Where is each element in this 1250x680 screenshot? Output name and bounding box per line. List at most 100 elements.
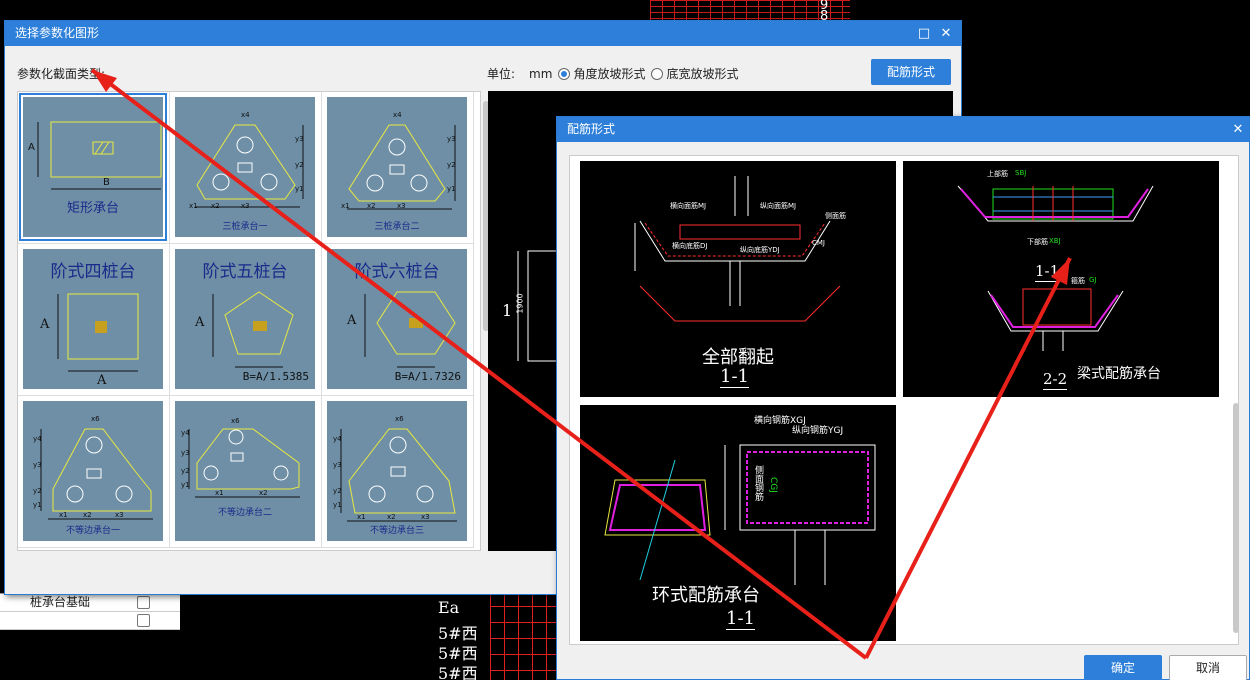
table-row[interactable]: 桩承台基础 xyxy=(0,594,180,612)
rebar-label: GJ xyxy=(1089,276,1097,284)
dim-label: A xyxy=(195,315,205,330)
dim-label: y4 xyxy=(33,435,42,443)
dim-label: y1 xyxy=(295,185,304,193)
dim-label: y3 xyxy=(33,461,42,469)
ok-button[interactable]: 确定 xyxy=(1084,655,1162,680)
dim-label: x3 xyxy=(115,511,124,519)
rebar-label: CMJ xyxy=(812,239,825,247)
shape-unequal-cap-3[interactable]: x6 y4 y3 y2 y1 x1 x2 x3 不等边承台三 xyxy=(322,396,474,548)
dim-label: y1 xyxy=(333,501,342,509)
radio-label: 角度放坡形式 xyxy=(573,67,646,81)
shape-title: 阶式五桩台 xyxy=(202,262,288,282)
radio-label: 底宽放坡形式 xyxy=(666,67,739,81)
option-caption: 梁式配筋承台 xyxy=(1077,366,1161,382)
shape-stepped-five-pile[interactable]: A 阶式五桩台 B=A/1.5385 xyxy=(170,244,322,396)
options-scrollbar[interactable] xyxy=(1233,403,1239,633)
section-label: 1-1 xyxy=(1035,262,1060,282)
dim-label: x2 xyxy=(367,202,376,210)
dim-label: y1 xyxy=(181,481,190,489)
unit-area: 单位: mm 角度放坡形式 底宽放坡形式 xyxy=(487,65,738,82)
dim-label: x1 xyxy=(215,489,224,497)
shape-three-pile-cap-2[interactable]: x4 y3 y2 y1 x1 x2 x3 三桩承台二 xyxy=(322,92,474,244)
shape-thumbnail: x4 y3 y2 y1 x1 x2 x3 三桩承台一 xyxy=(175,97,315,237)
dim-label: B xyxy=(103,177,110,188)
rebar-label: 纵向钢筋YGJ xyxy=(792,426,844,436)
shape-rect-cap[interactable]: A B 矩形承台 xyxy=(18,92,170,244)
shape-unequal-cap-2[interactable]: x6 y4 y3 y2 y1 x1 x2 不等边承台二 xyxy=(170,396,322,548)
cad-background-digits: 9 8 xyxy=(820,0,860,23)
dim-label: A xyxy=(28,142,35,153)
row-checkbox[interactable] xyxy=(137,596,150,609)
dim-label: x2 xyxy=(259,489,268,497)
radio-button[interactable] xyxy=(558,67,571,80)
close-icon[interactable]: ✕ xyxy=(935,21,957,46)
shape-thumbnail: A 阶式五桩台 B=A/1.5385 xyxy=(175,249,315,389)
reinforcement-form-dialog: 配筋形式 ✕ 横向面筋MJ 纵向面筋MJ 横向底筋DJ 纵向底筋YDJ CMJ … xyxy=(556,116,1250,680)
cad-bg-label: Ea xyxy=(438,598,460,617)
dim-label: x6 xyxy=(231,417,240,425)
dim-label: x4 xyxy=(393,111,402,119)
dim-label: x1 xyxy=(59,511,68,519)
dialog-titlebar[interactable]: 配筋形式 ✕ xyxy=(557,117,1249,142)
shape-stepped-four-pile[interactable]: A A 阶式四桩台 xyxy=(18,244,170,396)
section-label: 1-1 xyxy=(720,366,749,388)
dim-label: x2 xyxy=(211,202,220,210)
rebar-label: 纵向底筋YDJ xyxy=(740,246,780,254)
dim-label: y3 xyxy=(181,449,190,457)
shape-thumbnail: x6 y4 y3 y2 y1 x1 x2 x3 不等边承台三 xyxy=(327,401,467,541)
rebar-label: 侧面筋 xyxy=(825,212,846,220)
dim-label: x4 xyxy=(241,111,250,119)
table-row[interactable] xyxy=(0,612,180,630)
radio-button[interactable] xyxy=(651,67,664,80)
shape-title: 阶式四桩台 xyxy=(50,262,136,282)
shape-stepped-six-pile[interactable]: A 阶式六桩台 B=A/1.7326 xyxy=(322,244,474,396)
cancel-button[interactable]: 取消 xyxy=(1169,655,1247,680)
dim-label: A xyxy=(97,373,107,388)
maximize-icon[interactable]: □ xyxy=(913,21,935,46)
shape-title: 不等边承台二 xyxy=(217,508,272,518)
reinforcement-form-button[interactable]: 配筋形式 xyxy=(871,59,951,85)
dialog-title: 选择参数化图形 xyxy=(15,26,100,40)
dim-label: y4 xyxy=(333,435,342,443)
row-checkbox[interactable] xyxy=(137,614,150,627)
dialog-title: 配筋形式 xyxy=(567,122,616,136)
reinforcement-option-ring[interactable]: 横向钢筋XGJ 纵向钢筋YGJ 侧面钢筋 CGJ 环式配筋承台 1-1 xyxy=(580,405,896,641)
cad-bg-label: 5#西 xyxy=(438,664,478,680)
shape-unequal-cap-1[interactable]: x6 y4 y3 y2 y1 x1 x2 x3 不等边承台一 xyxy=(18,396,170,548)
reinforcement-option-beam[interactable]: 上部筋 SBJ 下部筋 XBJ 箍筋 GJ 1-1 2-2 梁式配筋承台 xyxy=(903,161,1219,397)
rebar-label: SBJ xyxy=(1015,169,1027,177)
shape-thumbnail: A B 矩形承台 xyxy=(19,93,167,241)
rebar-label: XBJ xyxy=(1049,237,1061,245)
reinforcement-option-full-flip[interactable]: 横向面筋MJ 纵向面筋MJ 横向底筋DJ 纵向底筋YDJ CMJ 侧面筋 全部翻… xyxy=(580,161,896,397)
shape-thumbnail: A A 阶式四桩台 xyxy=(23,249,163,389)
rebar-label: 上部筋 xyxy=(987,170,1008,178)
dim-label: x1 xyxy=(341,202,350,210)
shape-three-pile-cap-1[interactable]: x4 y3 y2 y1 x1 x2 x3 三桩承台一 xyxy=(170,92,322,244)
cad-background-grid-lower xyxy=(490,590,560,680)
dim-label: y3 xyxy=(295,135,304,143)
radio-bottom-width-slope[interactable]: 底宽放坡形式 xyxy=(651,65,738,82)
rebar-label: 纵向面筋MJ xyxy=(760,202,797,210)
close-icon[interactable]: ✕ xyxy=(1227,117,1249,142)
shape-formula: B=A/1.7326 xyxy=(394,370,461,383)
section-label: 1-1 xyxy=(726,608,755,630)
section-type-label: 参数化截面类型: xyxy=(17,67,106,81)
shape-title: 阶式六桩台 xyxy=(354,262,440,282)
shape-gallery[interactable]: A B 矩形承台 x4 y3 y2 y1 x1 x2 x3 三桩承台一 x4 y… xyxy=(17,91,481,551)
dim-label: y2 xyxy=(181,467,190,475)
unit-value: mm xyxy=(529,66,553,81)
dialog-titlebar[interactable]: 选择参数化图形 □ ✕ xyxy=(5,21,961,46)
unit-label: 单位: xyxy=(487,67,516,81)
dim-label: x6 xyxy=(395,415,404,423)
dim-label: x2 xyxy=(387,513,396,521)
dim-label: y1 xyxy=(447,185,456,193)
shape-title: 三桩承台一 xyxy=(222,222,268,232)
radio-angle-slope[interactable]: 角度放坡形式 xyxy=(558,65,645,82)
dim-label: y2 xyxy=(295,161,304,169)
rebar-label: 横向底筋DJ xyxy=(672,242,708,250)
dim-label: x3 xyxy=(397,202,406,210)
dim-label: y1 xyxy=(33,501,42,509)
shape-thumbnail: x4 y3 y2 y1 x1 x2 x3 三桩承台二 xyxy=(327,97,467,237)
reinforcement-options-list[interactable]: 横向面筋MJ 纵向面筋MJ 横向底筋DJ 纵向底筋YDJ CMJ 侧面筋 全部翻… xyxy=(569,155,1239,645)
dim-label: x1 xyxy=(189,202,198,210)
